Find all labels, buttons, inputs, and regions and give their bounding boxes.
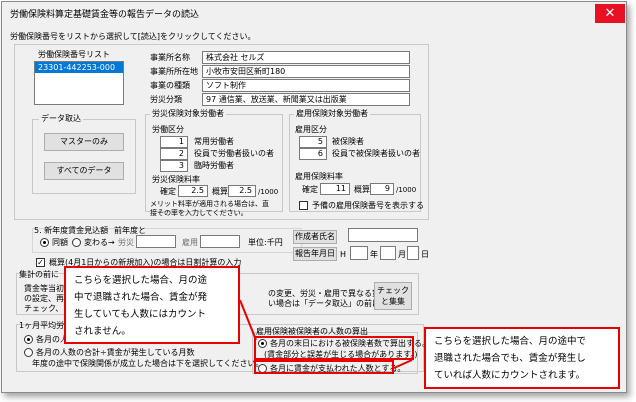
- left-callout-line-2: 中で退職された場合、賃金が発: [74, 292, 208, 303]
- right-callout: こちらを選択した場合、月の途中で 退職された場合でも、賃金が発生し ていれば人数…: [424, 327, 620, 389]
- right-callout-line-1: こちらを選択した場合、月の途中で: [434, 336, 587, 347]
- left-callout: こちらを選択した場合、月の途 中で退職された場合、賃金が発 生していても人数には…: [64, 266, 240, 344]
- left-callout-line-1: こちらを選択した場合、月の途: [74, 275, 208, 286]
- left-callout-line-3: 生していても人数にはカウント: [74, 309, 206, 320]
- left-callout-line-4: されません。: [74, 326, 131, 337]
- left-connector-line: [239, 299, 257, 341]
- right-connector-line: [393, 359, 413, 369]
- right-callout-line-3: ていれば人数にカウントされます。: [434, 370, 586, 381]
- right-callout-line-2: 退職された場合でも、賃金が発生し: [434, 353, 586, 364]
